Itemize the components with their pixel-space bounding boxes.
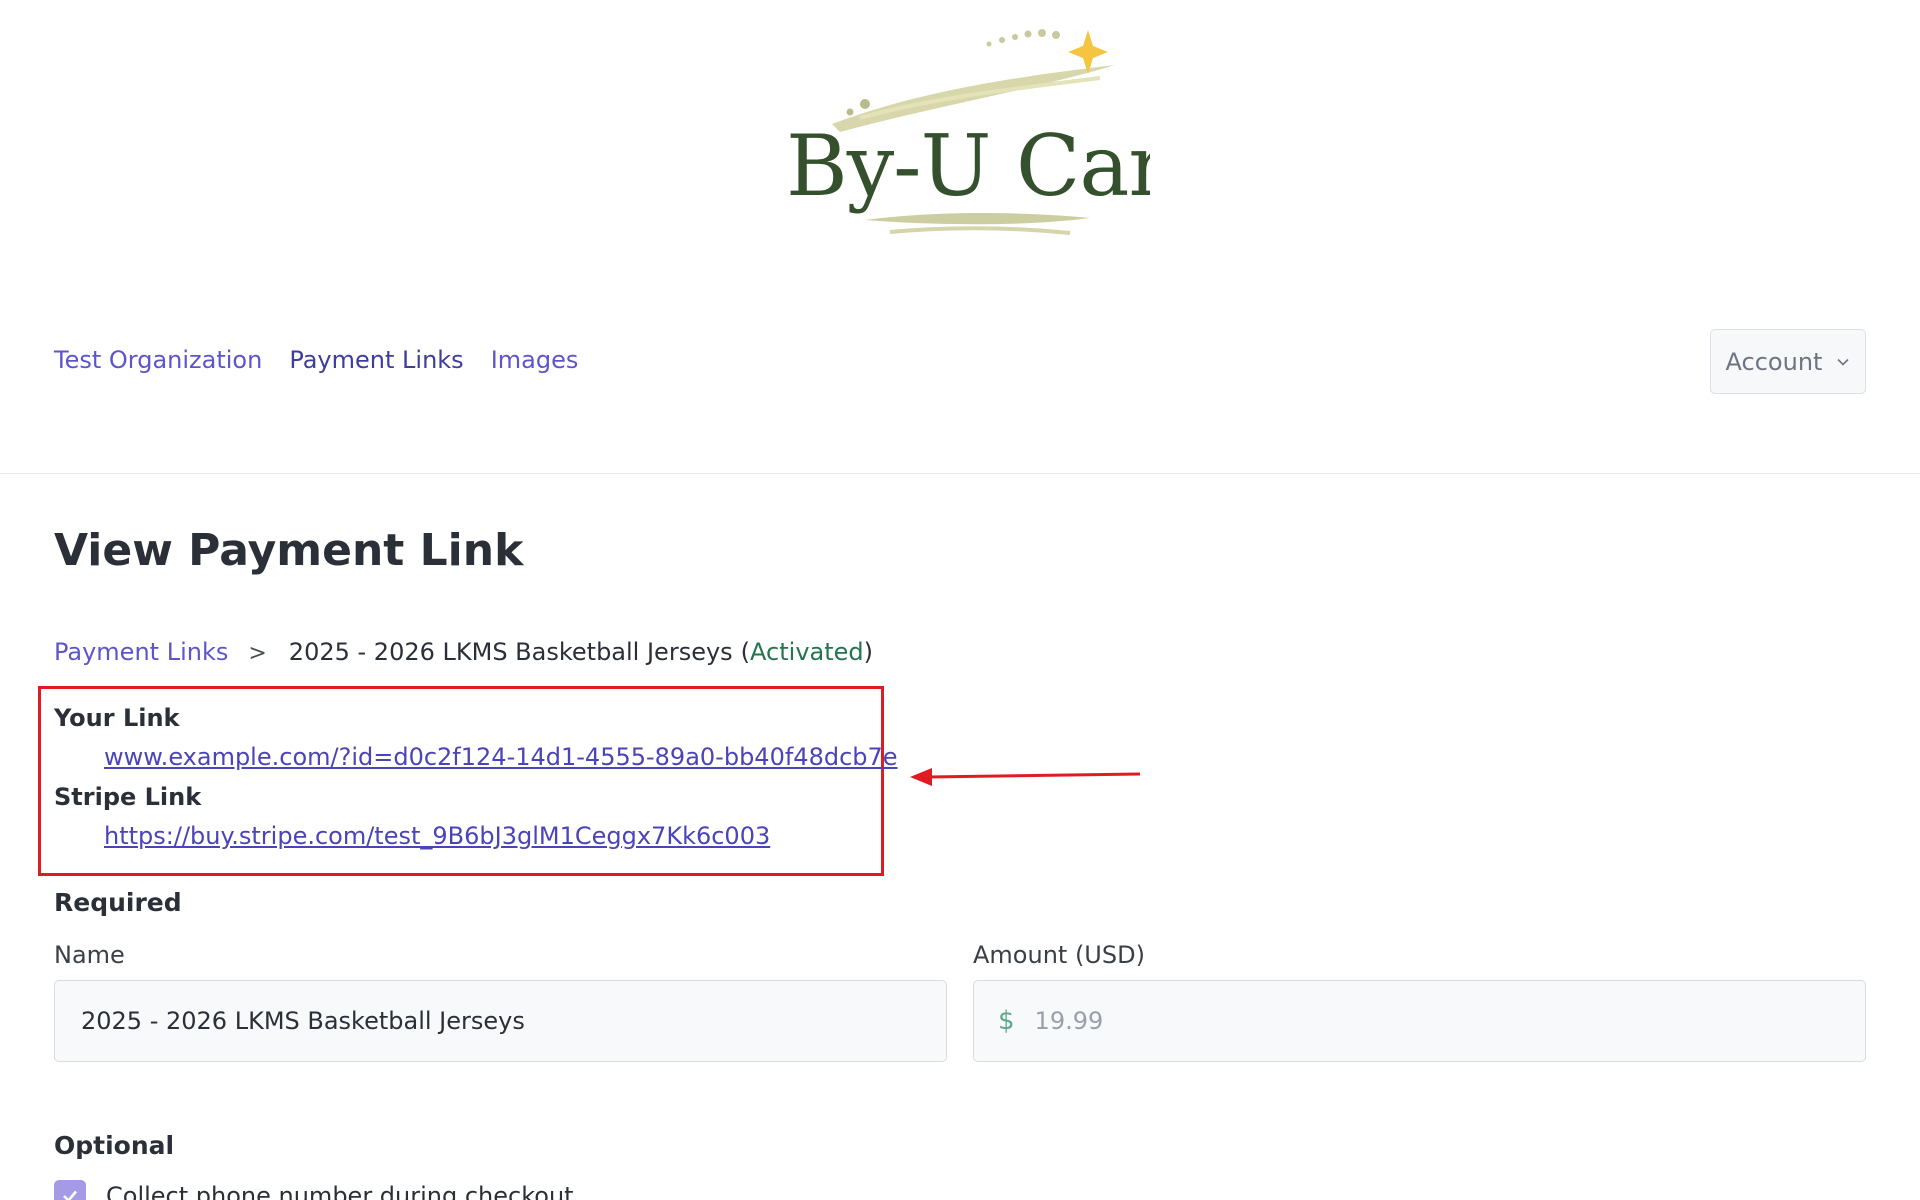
stripe-link-label: Stripe Link xyxy=(54,783,202,811)
breadcrumb: Payment Links > 2025 - 2026 LKMS Basketb… xyxy=(54,638,873,666)
amount-label: Amount (USD) xyxy=(973,941,1145,969)
logo-dot xyxy=(1024,30,1032,38)
your-link-url[interactable]: www.example.com/?id=d0c2f124-14d1-4555-8… xyxy=(104,743,898,771)
chevron-down-icon xyxy=(1837,358,1850,366)
logo-swoosh-lower-thin xyxy=(889,226,1071,235)
nav-link-payment-links[interactable]: Payment Links xyxy=(289,346,463,374)
required-heading: Required xyxy=(54,888,182,917)
logo-dot xyxy=(860,99,870,109)
account-dropdown-button[interactable]: Account xyxy=(1710,329,1866,394)
checkmark-icon xyxy=(63,1190,77,1200)
breadcrumb-current: 2025 - 2026 LKMS Basketball Jerseys xyxy=(288,638,733,666)
status-badge: Activated xyxy=(750,638,864,666)
logo-dot xyxy=(846,108,854,116)
breadcrumb-separator: > xyxy=(248,641,267,666)
collect-phone-option: Collect phone number during checkout xyxy=(54,1180,574,1200)
collect-phone-checkbox[interactable] xyxy=(54,1180,86,1200)
logo-dot xyxy=(1012,34,1018,40)
logo-graphic: By-U Cart xyxy=(786,29,1150,235)
status-paren-close: ) xyxy=(863,638,874,666)
annotation-arrow-icon xyxy=(910,768,1140,786)
logo-dot xyxy=(986,41,992,47)
nav-link-images[interactable]: Images xyxy=(491,346,579,374)
name-input-value: 2025 - 2026 LKMS Basketball Jerseys xyxy=(81,1007,525,1035)
currency-symbol: $ xyxy=(998,1006,1015,1036)
optional-heading: Optional xyxy=(54,1131,175,1160)
logo-dot xyxy=(999,37,1005,43)
breadcrumb-payment-links[interactable]: Payment Links xyxy=(54,638,228,666)
amount-input[interactable]: $ 19.99 xyxy=(973,980,1866,1062)
logo-dot xyxy=(1052,31,1060,39)
amount-input-value: 19.99 xyxy=(1034,1007,1104,1035)
status-paren-open: ( xyxy=(740,638,751,666)
name-label: Name xyxy=(54,941,125,969)
stripe-link-url[interactable]: https://buy.stripe.com/test_9B6bJ3glM1Ce… xyxy=(104,822,770,850)
collect-phone-label: Collect phone number during checkout xyxy=(106,1182,574,1200)
brand-logo: By-U Cart xyxy=(770,20,1150,260)
page-title: View Payment Link xyxy=(54,525,524,576)
nav-link-test-organization[interactable]: Test Organization xyxy=(54,346,262,374)
top-nav: Test Organization Payment Links Images xyxy=(54,346,578,374)
account-label: Account xyxy=(1725,347,1823,376)
your-link-label: Your Link xyxy=(54,704,180,732)
logo-wordmark: By-U Cart xyxy=(786,117,1150,215)
header-divider xyxy=(0,473,1920,474)
name-input[interactable]: 2025 - 2026 LKMS Basketball Jerseys xyxy=(54,980,947,1062)
logo-dot xyxy=(1038,29,1046,37)
